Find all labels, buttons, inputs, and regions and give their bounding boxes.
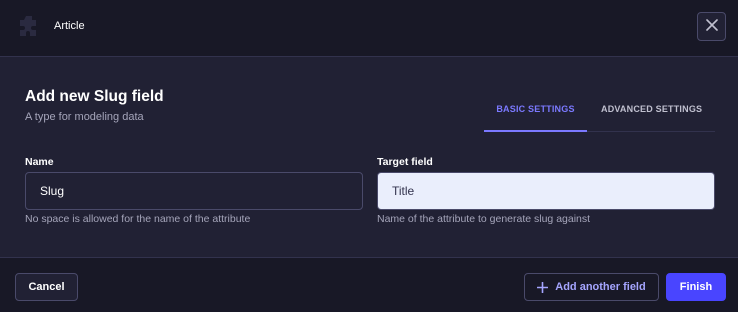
modal-title: Add new Slug field: [25, 88, 164, 105]
add-field-modal: Article Add new Slug field A type for mo…: [0, 0, 738, 312]
target-field-select[interactable]: [377, 172, 715, 210]
name-field[interactable]: [25, 172, 363, 210]
cancel-button[interactable]: Cancel: [15, 273, 78, 301]
puzzle-piece-icon: [19, 15, 39, 37]
settings-tabs: BASIC SETTINGS ADVANCED SETTINGS: [484, 88, 715, 132]
tab-advanced-settings[interactable]: ADVANCED SETTINGS: [601, 104, 702, 114]
close-icon: [705, 18, 718, 36]
finish-button-label: Finish: [679, 281, 713, 293]
target-field-label: Target field: [377, 156, 433, 168]
plus-icon: [537, 281, 549, 293]
add-another-field-button[interactable]: Add another field: [524, 273, 659, 301]
modal-header: Article: [0, 0, 738, 57]
breadcrumb: Article: [54, 20, 85, 32]
name-field-label: Name: [25, 156, 54, 168]
target-field-hint: Name of the attribute to generate slug a…: [377, 213, 591, 225]
close-button[interactable]: [697, 12, 726, 41]
add-another-field-label: Add another field: [555, 281, 646, 293]
cancel-button-label: Cancel: [28, 281, 65, 293]
modal-footer: Cancel Add another field Finish: [0, 257, 738, 312]
name-field-hint: No space is allowed for the name of the …: [25, 213, 251, 225]
modal-subtitle: A type for modeling data: [25, 111, 144, 123]
active-tab-indicator: [484, 130, 587, 132]
finish-button[interactable]: Finish: [666, 273, 726, 301]
tab-basic-settings[interactable]: BASIC SETTINGS: [484, 104, 587, 114]
